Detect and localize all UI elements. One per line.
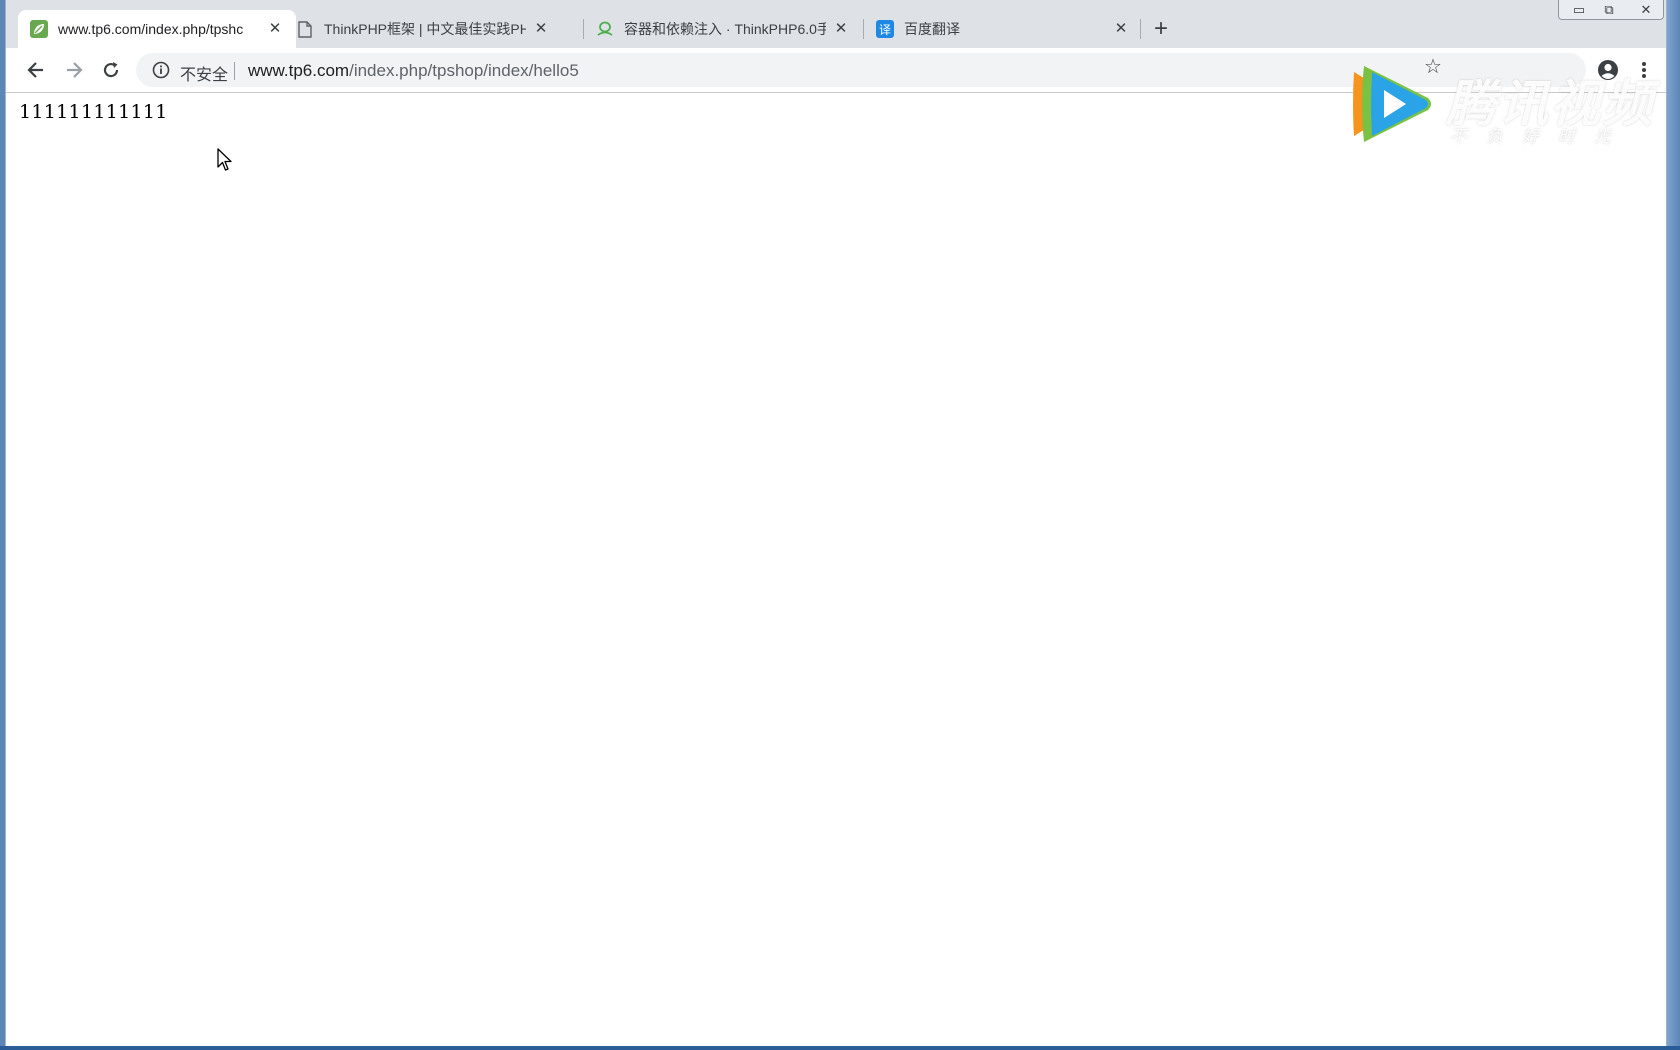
page-body-text: 111111111111 [19,101,168,123]
close-window-button[interactable]: ✕ [1631,0,1661,20]
security-label[interactable]: 不安全 [180,61,228,85]
tab-title: ThinkPHP框架 | 中文最佳实践PH [324,21,526,37]
url-text[interactable]: www.tp6.com/index.php/tpshop/index/hello… [248,61,579,81]
info-icon[interactable] [152,61,170,79]
close-tab-icon[interactable]: ✕ [532,20,550,38]
forward-button[interactable] [60,56,88,84]
svg-text:译: 译 [879,23,891,37]
url-divider [234,62,235,80]
new-tab-button[interactable]: + [1148,16,1174,42]
baidu-translate-icon: 译 [876,20,894,38]
leaf-icon [30,20,48,38]
tab-container-di[interactable]: 容器和依赖注入 · ThinkPHP6.0手 ✕ [584,10,862,48]
minimize-button[interactable]: ▭ [1564,0,1594,20]
tab-tp6-hello5[interactable]: www.tp6.com/index.php/tpshc ✕ [18,10,296,48]
tab-thinkphp-framework[interactable]: ThinkPHP框架 | 中文最佳实践PH ✕ [284,10,562,48]
account-icon [1598,60,1618,80]
url-host: www.tp6.com [248,61,350,80]
url-path: /index.php/tpshop/index/hello5 [349,61,579,80]
browser-window: www.tp6.com/index.php/tpshc ✕ ThinkPHP框架… [6,0,1666,1046]
restore-button[interactable]: ⧉ [1594,0,1624,20]
reload-button[interactable] [97,56,125,84]
arrow-right-icon [67,62,83,78]
desktop-edge [1667,0,1680,1046]
browser-toolbar: 不安全 www.tp6.com/index.php/tpshop/index/h… [6,48,1666,93]
reload-icon [103,62,119,78]
mouse-cursor-icon [217,148,232,171]
tab-title: 容器和依赖注入 · ThinkPHP6.0手 [624,21,826,37]
tab-baidu-translate[interactable]: 译 百度翻译 ✕ [864,10,1142,48]
bookmark-star-icon[interactable]: ☆ [1424,54,1442,79]
close-tab-icon[interactable]: ✕ [1112,20,1130,38]
more-vert-icon [1642,62,1646,78]
close-tab-icon[interactable]: ✕ [266,20,284,38]
arrow-left-icon [27,62,43,78]
address-bar[interactable]: 不安全 www.tp6.com/index.php/tpshop/index/h… [136,53,1586,87]
tab-strip: www.tp6.com/index.php/tpshc ✕ ThinkPHP框架… [6,0,1666,48]
taskbar-edge [0,1046,1680,1050]
back-button[interactable] [22,56,50,84]
close-tab-icon[interactable]: ✕ [832,20,850,38]
page-content: 111111111111 [6,93,1666,1046]
document-icon [296,20,314,38]
tab-separator [1140,19,1141,39]
profile-button[interactable] [1594,56,1622,84]
tab-title: www.tp6.com/index.php/tpshc [58,21,244,37]
browser-menu-button[interactable] [1634,56,1654,84]
tab-title: 百度翻译 [904,21,960,37]
kancloud-icon [596,20,614,38]
